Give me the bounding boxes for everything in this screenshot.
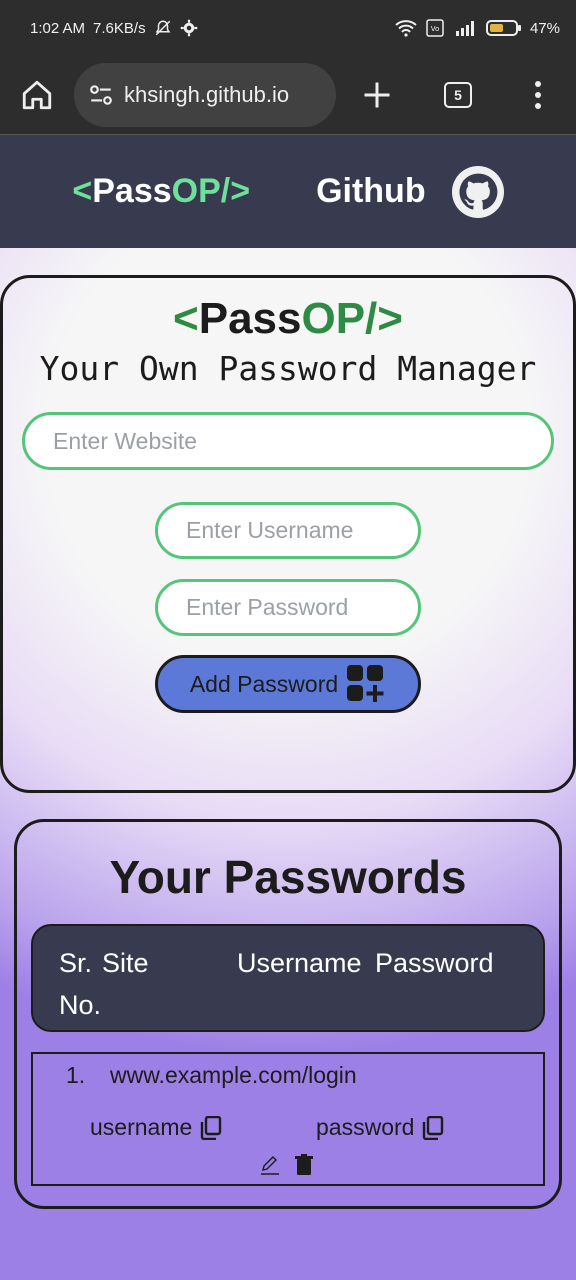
status-speed: 7.6KB/s <box>93 19 146 37</box>
password-field[interactable] <box>155 579 421 636</box>
username-input[interactable] <box>186 505 418 556</box>
header-site: Site <box>102 948 149 978</box>
svg-text:Vo: Vo <box>431 25 440 33</box>
main-logo-bracket: < <box>173 294 199 343</box>
website-field[interactable] <box>22 412 554 470</box>
row-password: password <box>316 1114 415 1140</box>
github-button[interactable]: Github <box>316 165 504 218</box>
add-grid-icon <box>346 664 386 704</box>
status-right: Vo 47% <box>394 19 560 37</box>
row-actions <box>259 1154 313 1176</box>
battery-icon <box>485 19 522 37</box>
status-bar: 1:02 AM 7.6KB/s Vo 47% <box>0 0 576 56</box>
menu-kebab-icon[interactable] <box>534 80 542 110</box>
delete-icon[interactable] <box>295 1154 313 1176</box>
address-bar[interactable]: khsingh.github.io <box>74 63 336 127</box>
main-logo-pass: Pass <box>198 294 302 343</box>
add-password-label: Add Password <box>189 670 339 697</box>
logo-bracket: < <box>72 172 93 210</box>
header-sr-no: Sr. No. <box>59 942 101 1026</box>
row-site[interactable]: www.example.com/login <box>110 1062 357 1089</box>
main-logo-op: OP/> <box>301 294 403 343</box>
password-input[interactable] <box>186 582 418 633</box>
status-left: 1:02 AM 7.6KB/s <box>30 19 198 37</box>
table-row: 1. www.example.com/login username passwo… <box>31 1052 545 1186</box>
battery-percent: 47% <box>529 19 560 37</box>
logo-pass: Pass <box>92 172 172 210</box>
header-sr-line2: No. <box>59 990 102 1020</box>
page-subtitle: Your Own Password Manager <box>39 349 537 388</box>
username-field[interactable] <box>155 502 421 559</box>
tab-count: 5 <box>454 87 462 103</box>
home-icon[interactable] <box>20 78 54 112</box>
table-header: Sr. No. Site Username Password <box>31 924 545 1032</box>
row-sr-no: 1. <box>66 1062 86 1088</box>
add-password-button[interactable]: Add Password <box>155 655 421 713</box>
row-username: username <box>90 1114 193 1140</box>
logo-op: OP/> <box>171 172 251 210</box>
github-icon <box>451 165 504 218</box>
copy-password-icon[interactable] <box>422 1115 444 1140</box>
settings-gear-icon <box>180 19 198 37</box>
site-settings-icon[interactable] <box>88 82 114 108</box>
row-username-cell: username <box>90 1114 222 1141</box>
passwords-title: Your Passwords <box>109 851 467 903</box>
copy-username-icon[interactable] <box>200 1115 222 1140</box>
signal-icon <box>452 19 478 37</box>
app-navbar: <PassOP/> Github <box>0 134 576 248</box>
github-label: Github <box>316 172 426 210</box>
mute-icon <box>154 19 172 37</box>
header-sr-line1: Sr. <box>59 948 93 978</box>
new-tab-icon[interactable] <box>362 80 392 110</box>
edit-icon[interactable] <box>259 1154 281 1176</box>
status-time: 1:02 AM <box>30 19 86 37</box>
wifi-icon <box>394 19 418 37</box>
website-input[interactable] <box>53 415 551 467</box>
main-logo: <PassOP/> <box>0 294 576 344</box>
header-username: Username <box>237 948 362 978</box>
url-text: khsingh.github.io <box>124 82 290 107</box>
browser-toolbar: khsingh.github.io 5 <box>0 56 576 134</box>
header-password: Password <box>375 948 494 978</box>
row-password-cell: password <box>316 1114 444 1141</box>
volte-icon: Vo <box>426 19 444 37</box>
tab-switcher-button[interactable]: 5 <box>444 82 472 108</box>
navbar-logo[interactable]: <PassOP/> <box>72 172 250 211</box>
